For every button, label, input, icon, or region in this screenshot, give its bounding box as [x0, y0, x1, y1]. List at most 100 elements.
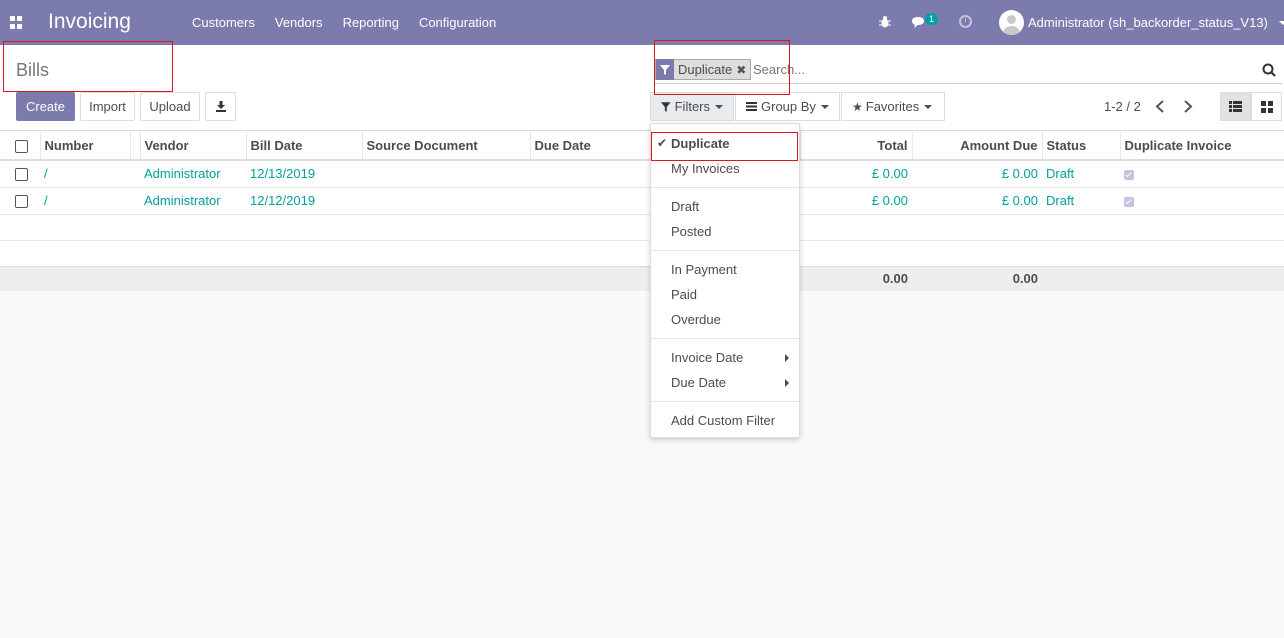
cell-source-document[interactable] — [362, 159, 530, 187]
column-bill-date[interactable]: Bill Date — [245, 131, 362, 161]
filter-divider — [651, 338, 799, 339]
cell-vendor[interactable]: Administrator — [140, 159, 246, 187]
filter-item-in-payment[interactable]: In Payment — [651, 257, 799, 282]
cell-number[interactable]: / — [40, 159, 130, 187]
facet-value: Duplicate — [678, 62, 733, 77]
cell-vendor[interactable]: Administrator — [140, 186, 246, 214]
table-footer-row: 0.00 0.00 — [0, 265, 1284, 291]
filter-item-due-date[interactable]: Due Date — [651, 370, 799, 395]
submenu-arrow-icon — [785, 379, 789, 387]
filter-icon — [661, 101, 671, 112]
cell-total[interactable]: £ 0.00 — [800, 186, 912, 214]
star-icon: ★ — [852, 99, 863, 114]
add-custom-filter[interactable]: Add Custom Filter — [651, 408, 799, 433]
facet-close-icon[interactable]: ✖ — [736, 63, 750, 77]
pager-previous-icon[interactable] — [1155, 100, 1165, 113]
filter-divider — [651, 250, 799, 251]
page-title: Bills — [16, 60, 50, 80]
cell-amount-due[interactable]: £ 0.00 — [912, 159, 1042, 187]
search-bar: Duplicate ✖ — [655, 57, 1282, 84]
filters-dropdown-menu: ✔ Duplicate My Invoices Draft Posted In … — [650, 123, 800, 438]
filter-funnel-icon — [656, 59, 674, 80]
column-number[interactable]: Number — [39, 131, 130, 161]
cell-duplicate-invoice — [1120, 159, 1284, 187]
create-button[interactable]: Create — [16, 92, 75, 121]
cell-number[interactable]: / — [40, 186, 130, 214]
cell-amount-due[interactable]: £ 0.00 — [912, 186, 1042, 214]
download-icon — [215, 101, 226, 112]
empty-row — [0, 239, 1284, 266]
row-select-cell — [0, 186, 40, 214]
activity-clock-icon[interactable] — [959, 15, 972, 28]
filters-caret-icon — [715, 104, 723, 109]
apps-menu-icon[interactable] — [10, 16, 23, 29]
groupby-button[interactable]: Group By — [735, 92, 840, 121]
row-checkbox[interactable] — [15, 195, 28, 209]
cell-status[interactable]: Draft — [1042, 159, 1120, 187]
cell-status[interactable]: Draft — [1042, 186, 1120, 214]
user-name[interactable]: Administrator (sh_backorder_status_V13) — [1028, 15, 1268, 30]
cell-bill-date[interactable]: 12/13/2019 — [246, 159, 362, 187]
kanban-view-button[interactable] — [1251, 92, 1282, 121]
filter-item-overdue[interactable]: Overdue — [651, 307, 799, 332]
filter-item-draft[interactable]: Draft — [651, 194, 799, 219]
column-vendor[interactable]: Vendor — [139, 131, 246, 161]
pager-next-icon[interactable] — [1183, 100, 1193, 113]
debug-bug-icon[interactable] — [879, 15, 891, 28]
cell-bill-date[interactable]: 12/12/2019 — [246, 186, 362, 214]
filter-item-label: Invoice Date — [671, 350, 744, 365]
chat-icon[interactable] — [911, 16, 926, 29]
select-all-cell — [0, 131, 40, 161]
user-caret-icon[interactable] — [1279, 21, 1284, 25]
filter-item-paid[interactable]: Paid — [651, 282, 799, 307]
table-row[interactable]: / Administrator 12/13/2019 £ 0.00 £ 0.00… — [0, 159, 1284, 187]
submenu-arrow-icon — [785, 354, 789, 362]
table-row[interactable]: / Administrator 12/12/2019 £ 0.00 £ 0.00… — [0, 186, 1284, 214]
filter-item-my-invoices[interactable]: My Invoices — [651, 156, 799, 181]
list-view-icon — [1229, 101, 1242, 112]
empty-row — [0, 213, 1284, 240]
user-avatar[interactable] — [999, 10, 1024, 35]
column-amount-due[interactable]: Amount Due — [911, 131, 1042, 161]
app-brand[interactable]: Invoicing — [48, 10, 131, 34]
favorites-button[interactable]: ★ Favorites — [841, 92, 945, 121]
search-input[interactable] — [753, 62, 1233, 77]
bills-table: Number Vendor Bill Date Source Document … — [0, 131, 1284, 291]
main-menu: Customers Vendors Reporting Configuratio… — [192, 15, 516, 30]
table-header-row: Number Vendor Bill Date Source Document … — [0, 131, 1284, 161]
column-source-document[interactable]: Source Document — [361, 131, 530, 161]
search-icon[interactable] — [1262, 63, 1276, 77]
cell-duplicate-invoice — [1120, 186, 1284, 214]
chat-badge: 1 — [925, 13, 939, 25]
cell-source-document[interactable] — [362, 186, 530, 214]
import-button[interactable]: Import — [80, 92, 135, 121]
groupby-bars-icon — [746, 102, 757, 111]
pager-value[interactable]: 1-2 / 2 — [1104, 99, 1141, 114]
row-select-cell — [0, 159, 40, 187]
select-all-checkbox[interactable] — [15, 139, 28, 153]
filters-button[interactable]: Filters — [650, 92, 734, 121]
upload-button[interactable]: Upload — [140, 92, 200, 121]
filter-divider — [651, 187, 799, 188]
row-checkbox[interactable] — [15, 168, 28, 182]
filter-item-invoice-date[interactable]: Invoice Date — [651, 345, 799, 370]
column-spacer — [129, 131, 140, 161]
favorites-label: Favorites — [865, 99, 920, 114]
filter-item-duplicate[interactable]: ✔ Duplicate — [651, 131, 799, 156]
filter-item-posted[interactable]: Posted — [651, 219, 799, 244]
footer-amount-due: 0.00 — [912, 265, 1042, 291]
menu-customers[interactable]: Customers — [192, 15, 255, 30]
column-status[interactable]: Status — [1041, 131, 1120, 161]
duplicate-checked-icon — [1124, 169, 1134, 180]
menu-reporting[interactable]: Reporting — [343, 15, 399, 30]
column-total[interactable]: Total — [799, 131, 912, 161]
menu-configuration[interactable]: Configuration — [419, 15, 496, 30]
groupby-caret-icon — [820, 104, 829, 109]
list-view-button[interactable] — [1220, 92, 1251, 121]
cell-total[interactable]: £ 0.00 — [800, 159, 912, 187]
cell-spacer — [130, 186, 140, 214]
cell-spacer — [130, 159, 140, 187]
download-button[interactable] — [205, 92, 236, 121]
menu-vendors[interactable]: Vendors — [275, 15, 323, 30]
column-duplicate-invoice[interactable]: Duplicate Invoice — [1119, 131, 1284, 161]
